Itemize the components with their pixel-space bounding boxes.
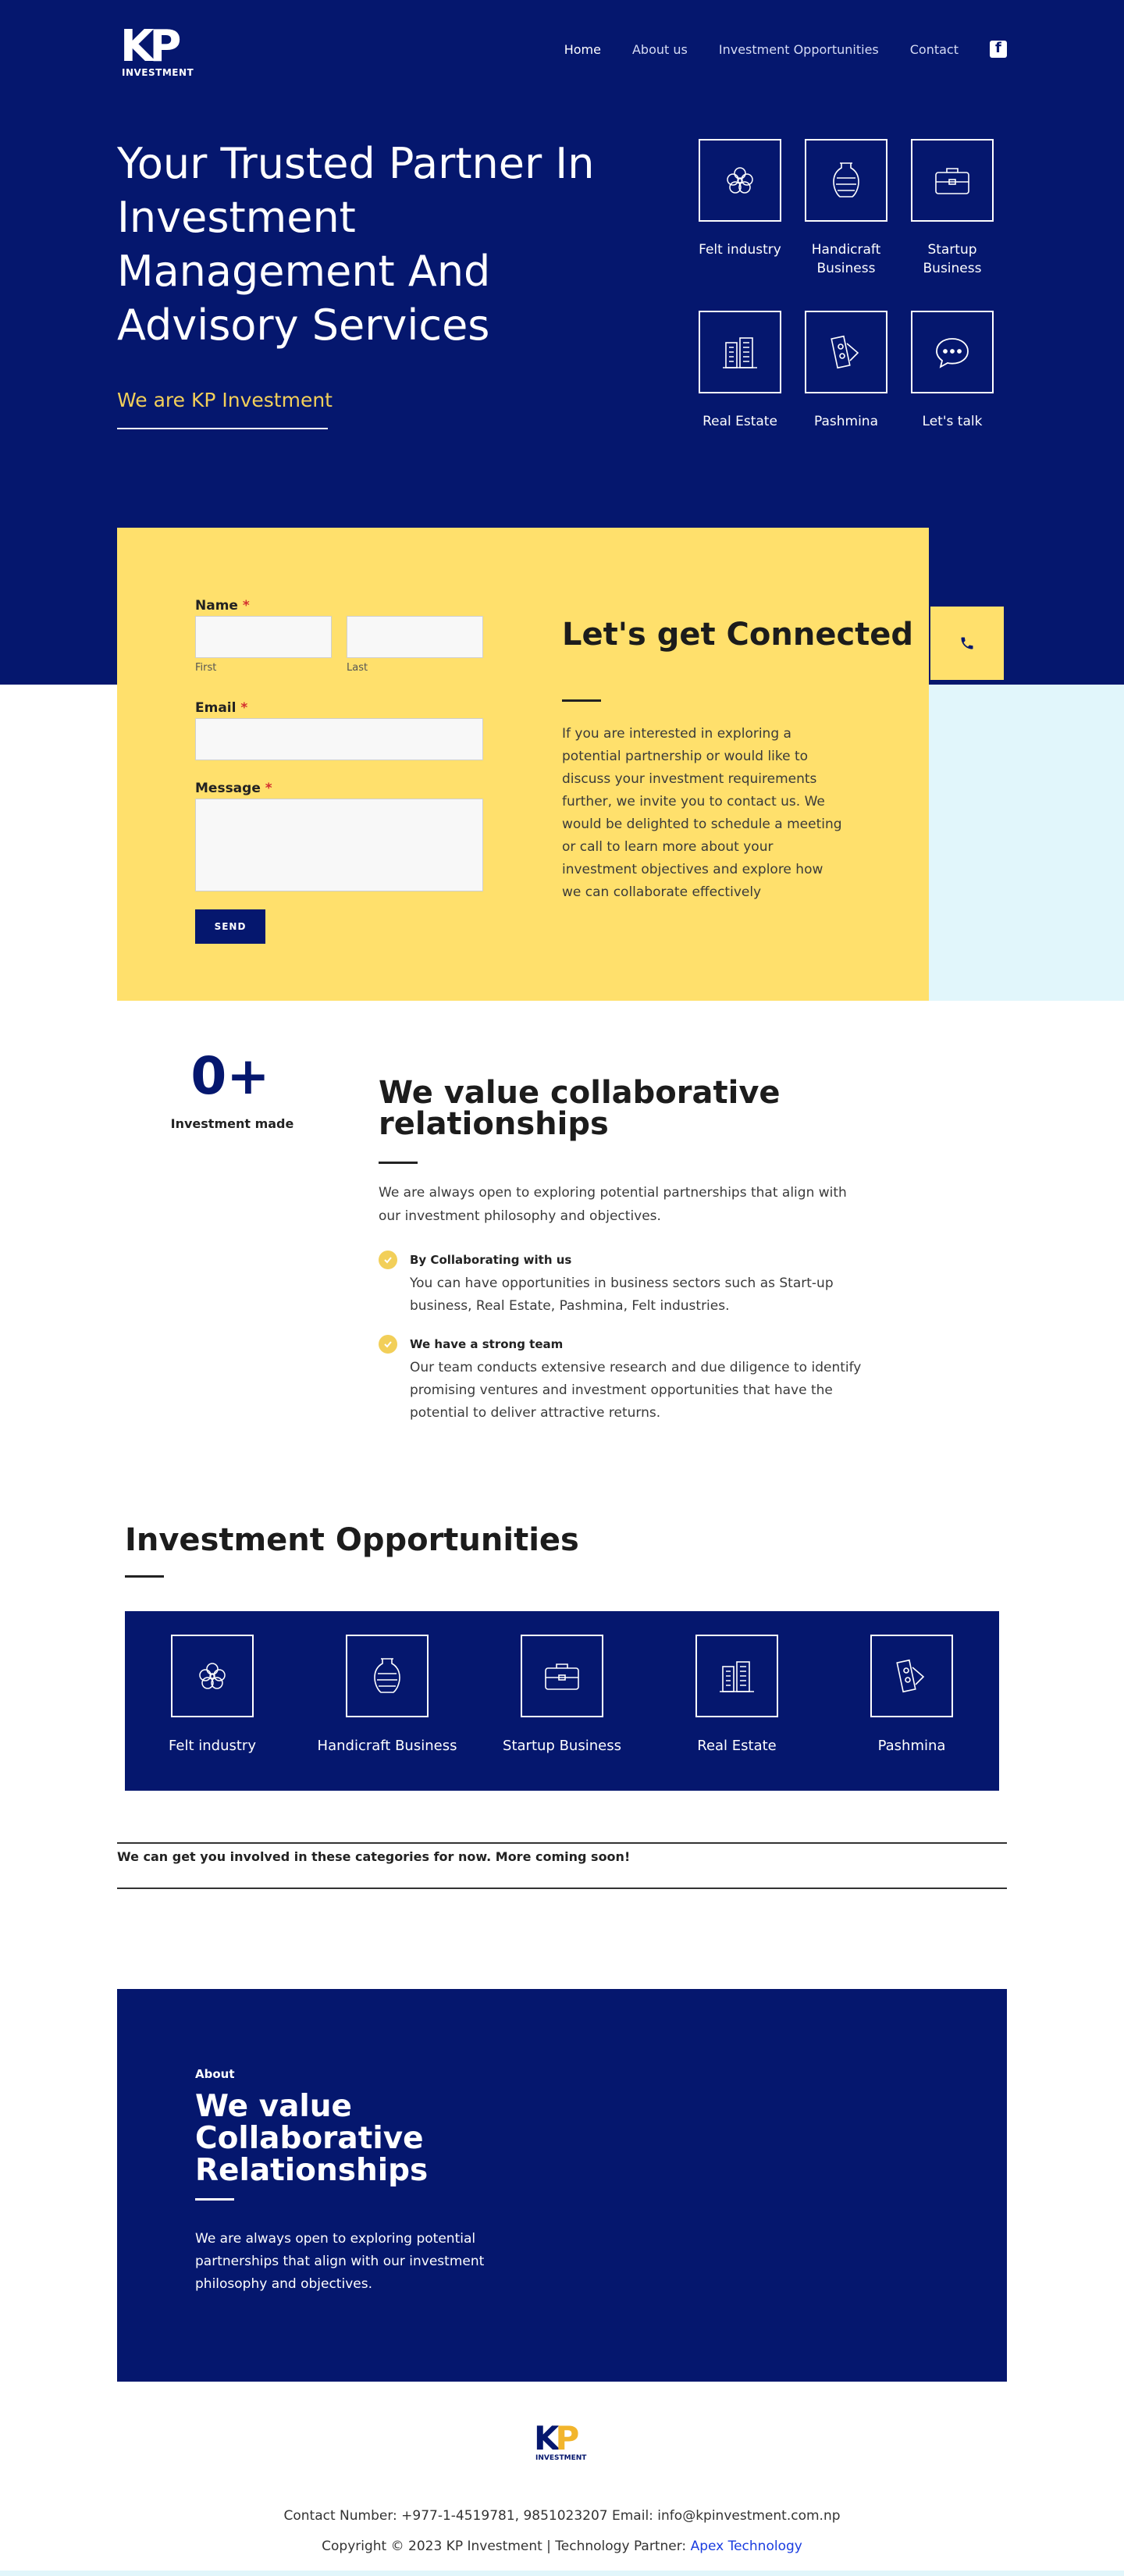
opportunity-label: Pashmina bbox=[877, 1738, 946, 1754]
opportunity-pashmina[interactable]: Pashmina bbox=[834, 1635, 990, 1754]
phone-icon bbox=[961, 637, 973, 649]
nav-contact[interactable]: Contact bbox=[910, 42, 959, 57]
bottom-strip bbox=[0, 2571, 1124, 2576]
footer-logo[interactable]: KP INVESTMENT bbox=[532, 2420, 595, 2467]
footer-contact: Contact Number: +977-1-4519781, 98510232… bbox=[283, 2508, 841, 2524]
send-button[interactable]: SEND bbox=[195, 909, 265, 944]
vase-icon bbox=[805, 139, 887, 222]
message-label: Message * bbox=[195, 781, 272, 796]
nav-about-us[interactable]: About us bbox=[632, 42, 688, 57]
message-textarea[interactable] bbox=[195, 799, 483, 891]
about-text: We are always open to exploring potentia… bbox=[195, 2231, 485, 2292]
pashmina-tag-icon bbox=[805, 311, 887, 393]
footer-logo-subtitle: INVESTMENT bbox=[535, 2454, 587, 2462]
hero-card-felt-industry[interactable]: Felt industry bbox=[687, 139, 793, 259]
hero-card-lets-talk[interactable]: Let's talk bbox=[899, 311, 1005, 431]
contact-description: If you are interested in exploring a pot… bbox=[562, 726, 842, 900]
feature-title: By Collaborating with us bbox=[410, 1253, 572, 1267]
first-hint: First bbox=[195, 662, 217, 674]
nav-home[interactable]: Home bbox=[564, 42, 601, 57]
hero-subtitle-underline bbox=[117, 428, 328, 429]
contact-title-underline bbox=[562, 699, 601, 702]
about-title: We value Collaborative Relationships bbox=[195, 2089, 429, 2188]
footer-logo-letters: KP bbox=[534, 2419, 579, 2457]
kp-logo[interactable]: KP INVESTMENT bbox=[117, 22, 195, 84]
felt-flower-icon bbox=[171, 1635, 254, 1717]
hero-card-label: Real Estate bbox=[702, 414, 777, 429]
opportunity-real-estate[interactable]: Real Estate bbox=[659, 1635, 815, 1754]
hero-card-label: Felt industry bbox=[699, 242, 781, 258]
note-divider-bottom bbox=[117, 1888, 1007, 1889]
facebook-icon[interactable]: f bbox=[990, 40, 1007, 58]
opportunity-startup[interactable]: Startup Business bbox=[484, 1635, 640, 1754]
email-field[interactable] bbox=[195, 718, 483, 760]
categories-note: We can get you involved in these categor… bbox=[117, 1849, 631, 1864]
collab-title: We value collaborative relationships bbox=[379, 1075, 781, 1142]
opportunity-felt-industry[interactable]: Felt industry bbox=[134, 1635, 290, 1754]
opportunities-band: Felt industry Handicraft Business Startu… bbox=[125, 1611, 999, 1791]
logo-subtitle: INVESTMENT bbox=[122, 67, 194, 78]
buildings-icon bbox=[695, 1635, 778, 1717]
hero-card-label: Let's talk bbox=[922, 414, 983, 429]
chat-bubble-icon bbox=[911, 311, 994, 393]
check-icon bbox=[379, 1251, 397, 1269]
collab-intro: We are always open to exploring potentia… bbox=[379, 1185, 847, 1224]
investment-count: 0+ bbox=[190, 1046, 270, 1106]
hero-card-pashmina[interactable]: Pashmina bbox=[793, 311, 899, 431]
light-blue-panel bbox=[929, 685, 1124, 1001]
note-divider-top bbox=[117, 1842, 1007, 1844]
hero-subtitle: We are KP Investment bbox=[117, 389, 333, 411]
opportunity-label: Handicraft Business bbox=[317, 1738, 457, 1754]
hero-card-handicraft[interactable]: Handicraft Business bbox=[793, 139, 899, 278]
briefcase-icon bbox=[521, 1635, 603, 1717]
last-name-field[interactable] bbox=[347, 616, 483, 658]
hero-title: Your Trusted Partner In Investment Manag… bbox=[117, 139, 595, 350]
about-title-underline bbox=[195, 2198, 234, 2201]
phone-button[interactable] bbox=[929, 605, 1005, 681]
pashmina-tag-icon bbox=[870, 1635, 953, 1717]
about-section: About We value Collaborative Relationshi… bbox=[117, 1989, 1007, 2382]
contact-title: Let's get Connected bbox=[562, 617, 914, 653]
logo-letters: KP bbox=[120, 21, 181, 72]
check-icon bbox=[379, 1335, 397, 1354]
hero-card-label: Handicraft Business bbox=[811, 242, 881, 276]
name-label: Name * bbox=[195, 598, 250, 614]
first-name-field[interactable] bbox=[195, 616, 332, 658]
opportunities-title-underline bbox=[125, 1575, 164, 1578]
last-hint: Last bbox=[347, 662, 368, 674]
contact-section: Name * First Last Email * Message * SEND… bbox=[117, 528, 929, 1001]
feature-text: Our team conducts extensive research and… bbox=[410, 1360, 862, 1421]
nav-investment-opportunities[interactable]: Investment Opportunities bbox=[719, 42, 879, 57]
hero-card-label: Pashmina bbox=[813, 414, 878, 429]
opportunity-label: Real Estate bbox=[697, 1738, 777, 1754]
opportunity-label: Startup Business bbox=[503, 1738, 621, 1754]
felt-flower-icon bbox=[699, 139, 781, 222]
opportunities-title: Investment Opportunities bbox=[125, 1522, 579, 1558]
opportunity-handicraft[interactable]: Handicraft Business bbox=[309, 1635, 465, 1754]
technology-partner-link[interactable]: Apex Technology bbox=[691, 2539, 802, 2554]
footer-copyright: Copyright © 2023 KP Investment | Technol… bbox=[322, 2539, 802, 2554]
email-label: Email * bbox=[195, 700, 248, 716]
collab-title-underline bbox=[379, 1162, 418, 1164]
briefcase-icon bbox=[911, 139, 994, 222]
hero-card-label: Startup Business bbox=[923, 242, 982, 276]
about-kicker: About bbox=[195, 2067, 235, 2081]
buildings-icon bbox=[699, 311, 781, 393]
feature-text: You can have opportunities in business s… bbox=[410, 1276, 834, 1314]
feature-title: We have a strong team bbox=[410, 1337, 564, 1351]
main-nav: Home About us Investment Opportunities C… bbox=[533, 40, 1007, 58]
opportunity-label: Felt industry bbox=[169, 1738, 256, 1754]
hero-card-startup[interactable]: Startup Business bbox=[899, 139, 1005, 278]
investment-count-label: Investment made bbox=[170, 1116, 294, 1131]
vase-icon bbox=[346, 1635, 429, 1717]
hero-card-real-estate[interactable]: Real Estate bbox=[687, 311, 793, 431]
